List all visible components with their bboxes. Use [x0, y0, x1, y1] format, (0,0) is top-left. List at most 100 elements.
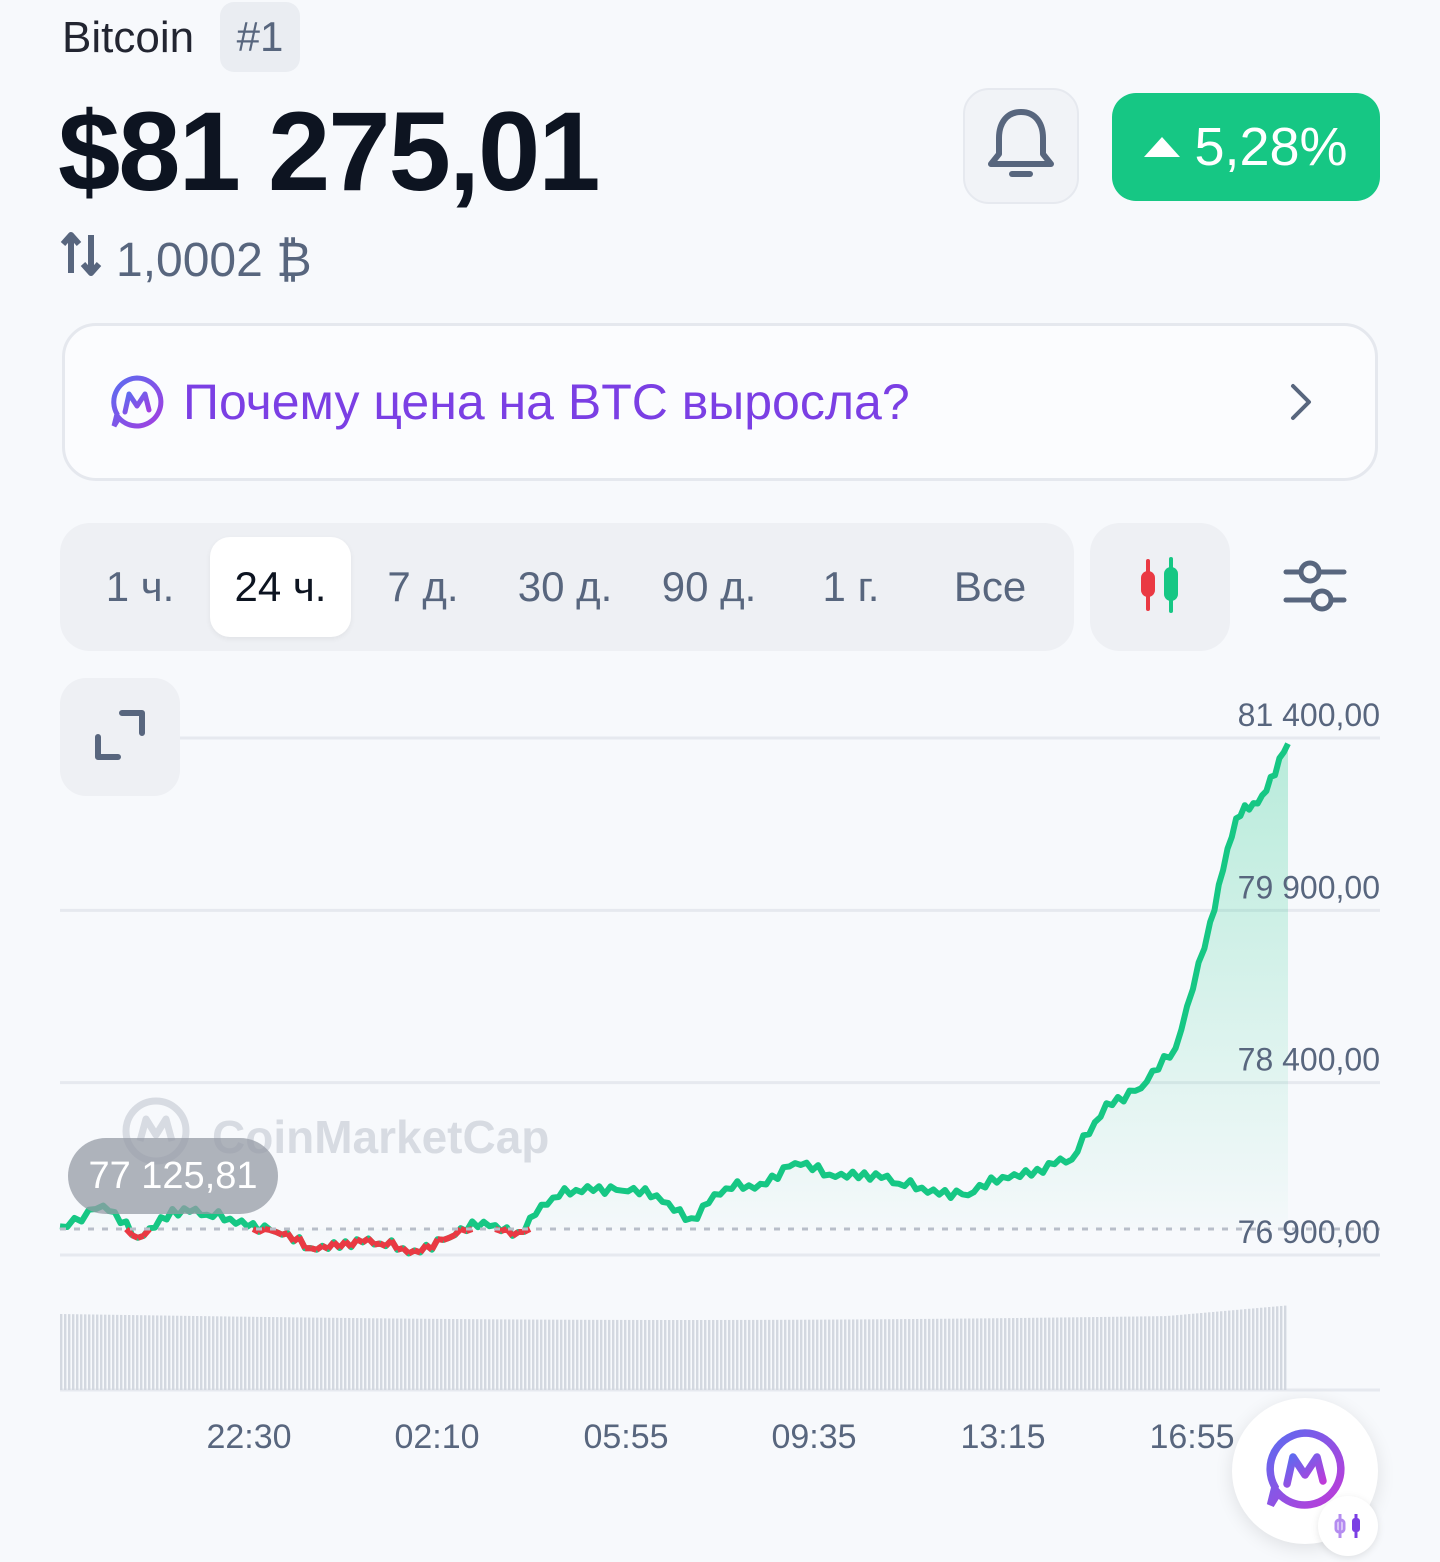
volume-bar: [1096, 1317, 1099, 1390]
volume-bar: [1132, 1316, 1135, 1390]
volume-bar: [196, 1316, 199, 1390]
volume-bar: [748, 1319, 751, 1390]
timeframe-1y[interactable]: 1 г.: [796, 537, 906, 637]
y-tick-label: 76 900,00: [1238, 1214, 1380, 1250]
volume-bar: [688, 1319, 691, 1390]
volume-bar: [108, 1314, 111, 1390]
volume-bar: [940, 1318, 943, 1390]
volume-bar: [564, 1319, 567, 1390]
volume-bar: [932, 1318, 935, 1390]
why-price-rose-banner[interactable]: Почему цена на BTC выросла?: [62, 323, 1378, 481]
volume-bar: [788, 1319, 791, 1390]
volume-bar: [384, 1318, 387, 1390]
volume-bar: [420, 1318, 423, 1390]
volume-bar: [232, 1316, 235, 1390]
volume-bar: [408, 1318, 411, 1390]
volume-bar: [1228, 1310, 1231, 1390]
volume-bar: [184, 1315, 187, 1390]
volume-bar: [648, 1319, 651, 1390]
volume-bar: [240, 1316, 243, 1390]
volume-bar: [576, 1319, 579, 1390]
volume-bar: [992, 1318, 995, 1390]
volume-bar: [1116, 1316, 1119, 1390]
chart-settings-button[interactable]: [1270, 540, 1360, 636]
price-change-badge: 5,28%: [1112, 93, 1380, 201]
volume-bar: [1248, 1308, 1251, 1390]
why-price-rose-text: Почему цена на BTC выросла?: [183, 374, 910, 430]
volume-bar: [888, 1319, 891, 1390]
volume-bar: [764, 1319, 767, 1390]
volume-bar: [312, 1317, 315, 1390]
volume-bar: [324, 1317, 327, 1390]
candlestick-toggle-button[interactable]: [1090, 523, 1230, 651]
timeframe-90d[interactable]: 90 д.: [644, 537, 774, 637]
volume-bar: [972, 1318, 975, 1390]
volume-bar: [188, 1315, 191, 1390]
volume-bar: [624, 1319, 627, 1390]
volume-bar: [388, 1318, 391, 1390]
volume-bar: [1260, 1307, 1263, 1390]
volume-bar: [952, 1318, 955, 1390]
volume-bar: [380, 1318, 383, 1390]
volume-bar: [220, 1316, 223, 1390]
price-alert-button[interactable]: [963, 88, 1079, 204]
volume-bar: [612, 1319, 615, 1390]
volume-bar: [696, 1319, 699, 1390]
volume-bar: [776, 1319, 779, 1390]
btc-conversion[interactable]: 1,0002 ₿: [60, 230, 312, 290]
timeframe-30d[interactable]: 30 д.: [500, 537, 630, 637]
timeframe-1h[interactable]: 1 ч.: [90, 537, 190, 637]
timeframe-24h[interactable]: 24 ч.: [210, 537, 351, 637]
volume-bar: [896, 1319, 899, 1390]
volume-bar: [1128, 1316, 1131, 1390]
volume-bar: [1196, 1313, 1199, 1390]
volume-bar: [1100, 1316, 1103, 1390]
volume-bar: [272, 1317, 275, 1390]
fullscreen-button[interactable]: [60, 678, 180, 796]
volume-bar: [752, 1319, 755, 1390]
volume-bar: [1012, 1318, 1015, 1390]
volume-bar: [328, 1317, 331, 1390]
volume-bar: [436, 1318, 439, 1390]
volume-bar: [632, 1319, 635, 1390]
volume-bar: [824, 1319, 827, 1390]
volume-bar: [808, 1319, 811, 1390]
volume-bar: [500, 1319, 503, 1390]
volume-bar: [1076, 1317, 1079, 1390]
volume-bar: [264, 1316, 267, 1390]
volume-bar: [452, 1319, 455, 1390]
volume-bar: [1028, 1317, 1031, 1390]
volume-bar: [680, 1319, 683, 1390]
volume-bar: [352, 1318, 355, 1390]
volume-bar: [684, 1320, 687, 1390]
volume-bar: [1008, 1318, 1011, 1390]
volume-bar: [1192, 1313, 1195, 1390]
timeframe-7d[interactable]: 7 д.: [368, 537, 478, 637]
volume-bar: [828, 1319, 831, 1390]
timeframe-all[interactable]: Все: [930, 537, 1050, 637]
volume-bar: [104, 1314, 107, 1390]
volume-bar: [880, 1319, 883, 1390]
volume-bar: [784, 1319, 787, 1390]
volume-bar: [724, 1319, 727, 1390]
volume-bar: [96, 1314, 99, 1390]
volume-bar: [1264, 1307, 1267, 1390]
volume-bar: [976, 1318, 979, 1390]
volume-bar: [172, 1315, 175, 1390]
volume-bar: [904, 1319, 907, 1390]
volume-bar: [348, 1317, 351, 1390]
volume-bar: [372, 1318, 375, 1390]
price-chart[interactable]: 81 400,00 79 900,00 78 400,00 76 900,00: [0, 690, 1440, 1410]
volume-bar: [916, 1318, 919, 1390]
price-value: $81 275,01: [58, 89, 601, 214]
volume-bar: [456, 1319, 459, 1390]
volume-bar: [936, 1318, 939, 1390]
volume-bar: [656, 1319, 659, 1390]
timeframe-selector: 1 ч. 24 ч. 7 д. 30 д. 90 д. 1 г. Все: [60, 523, 1074, 651]
volume-bar: [200, 1316, 203, 1390]
bell-icon: [986, 106, 1056, 187]
volume-bar: [1072, 1317, 1075, 1390]
volume-bar: [92, 1314, 95, 1390]
volume-bar: [248, 1316, 251, 1390]
volume-bar: [308, 1317, 311, 1390]
